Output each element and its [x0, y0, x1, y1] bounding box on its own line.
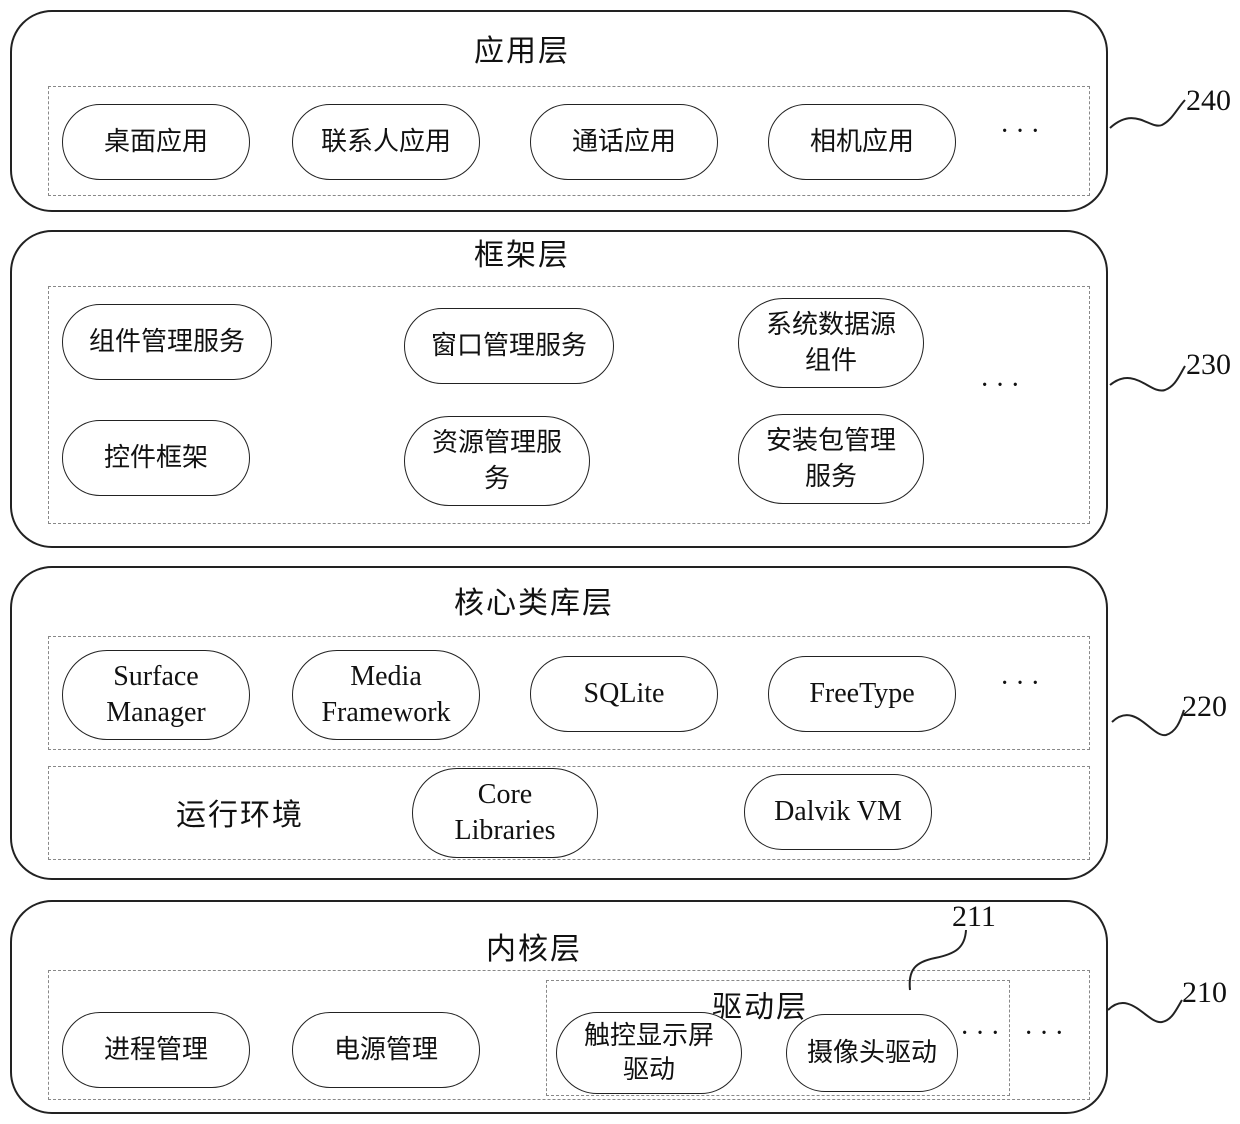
- driver-item-label: 摄像头驱动: [806, 1038, 937, 1068]
- kernel-item-label: 进程管理: [103, 1035, 208, 1065]
- app-item-contacts: 联系人应用: [292, 104, 480, 180]
- ref-230: 230: [1186, 348, 1231, 381]
- framework-item-label-line1: 资源管理服: [431, 428, 562, 458]
- runtime-item-core-libraries: Core Libraries: [412, 768, 598, 858]
- kernel-layer-title: 内核层: [486, 932, 582, 967]
- runtime-item-label: Dalvik VM: [774, 796, 902, 827]
- driver-item-label-line1: 触控显示屏: [583, 1021, 714, 1051]
- runtime-item-label-line1: Core: [477, 779, 533, 810]
- framework-item-label: 组件管理服务: [88, 327, 245, 357]
- ref-210: 210: [1182, 976, 1227, 1009]
- core-item-freetype: FreeType: [768, 656, 956, 732]
- runtime-item-dalvik-vm: Dalvik VM: [744, 774, 932, 850]
- framework-item-component-mgmt: 组件管理服务: [62, 304, 272, 380]
- kernel-item-label: 电源管理: [333, 1035, 438, 1065]
- driver-item-camera: 摄像头驱动: [786, 1014, 958, 1092]
- core-library-layer-title: 核心类库层: [454, 586, 614, 621]
- framework-item-label-line1: 系统数据源: [765, 310, 896, 340]
- core-item-label-line2: Manager: [106, 697, 206, 728]
- app-item-desktop: 桌面应用: [62, 104, 250, 180]
- framework-item-label: 窗口管理服务: [430, 331, 587, 361]
- driver-item-label-line2: 驱动: [622, 1055, 675, 1085]
- core-item-media-framework: Media Framework: [292, 650, 480, 740]
- core-item-label: FreeType: [809, 678, 915, 709]
- framework-layer-title: 框架层: [474, 238, 570, 273]
- core-item-label-line1: Media: [350, 661, 422, 692]
- driver-layer-title: 驱动层: [712, 990, 808, 1025]
- kernel-item-power-mgmt: 电源管理: [292, 1012, 480, 1088]
- framework-item-package-mgmt: 安装包管理 服务: [738, 414, 924, 504]
- framework-item-label-line2: 服务: [804, 462, 857, 492]
- app-item-call: 通话应用: [530, 104, 718, 180]
- app-ellipsis: ···: [1000, 116, 1046, 147]
- core-ellipsis: ···: [1000, 668, 1046, 699]
- core-item-label-line2: Framework: [321, 697, 451, 728]
- leader-220: [1111, 709, 1185, 737]
- core-item-sqlite: SQLite: [530, 656, 718, 732]
- framework-item-label: 控件框架: [103, 443, 208, 473]
- app-item-label: 桌面应用: [103, 127, 208, 157]
- framework-item-resource-mgmt: 资源管理服务: [404, 416, 590, 506]
- leader-210: [1107, 999, 1183, 1024]
- ref-211: 211: [952, 900, 996, 933]
- app-item-label: 相机应用: [809, 127, 914, 157]
- app-item-label: 通话应用: [571, 127, 676, 157]
- kernel-ellipsis: ···: [1024, 1018, 1070, 1049]
- framework-item-window-mgmt: 窗口管理服务: [404, 308, 614, 384]
- runtime-label: 运行环境: [176, 798, 304, 833]
- framework-item-label-line2: 组件: [804, 346, 857, 376]
- framework-item-label-line2: 务: [483, 464, 510, 494]
- framework-item-widget-framework: 控件框架: [62, 420, 250, 496]
- runtime-item-label-line2: Libraries: [454, 815, 556, 846]
- core-item-label: SQLite: [583, 678, 665, 709]
- app-item-camera: 相机应用: [768, 104, 956, 180]
- framework-ellipsis: ···: [980, 370, 1026, 401]
- driver-ellipsis: ···: [960, 1018, 1006, 1049]
- kernel-item-process-mgmt: 进程管理: [62, 1012, 250, 1088]
- ref-240: 240: [1186, 84, 1231, 117]
- framework-item-label-line1: 安装包管理: [765, 426, 896, 456]
- application-layer-title: 应用层: [474, 34, 570, 69]
- framework-item-system-data-source: 系统数据源 组件: [738, 298, 924, 388]
- leader-230: [1109, 365, 1186, 392]
- leader-240: [1109, 99, 1186, 129]
- app-item-label: 联系人应用: [320, 127, 451, 157]
- driver-item-touchscreen: 触控显示屏 驱动: [556, 1012, 742, 1094]
- core-item-label-line1: Surface: [113, 661, 199, 692]
- core-item-surface-manager: Surface Manager: [62, 650, 250, 740]
- ref-220: 220: [1182, 690, 1227, 723]
